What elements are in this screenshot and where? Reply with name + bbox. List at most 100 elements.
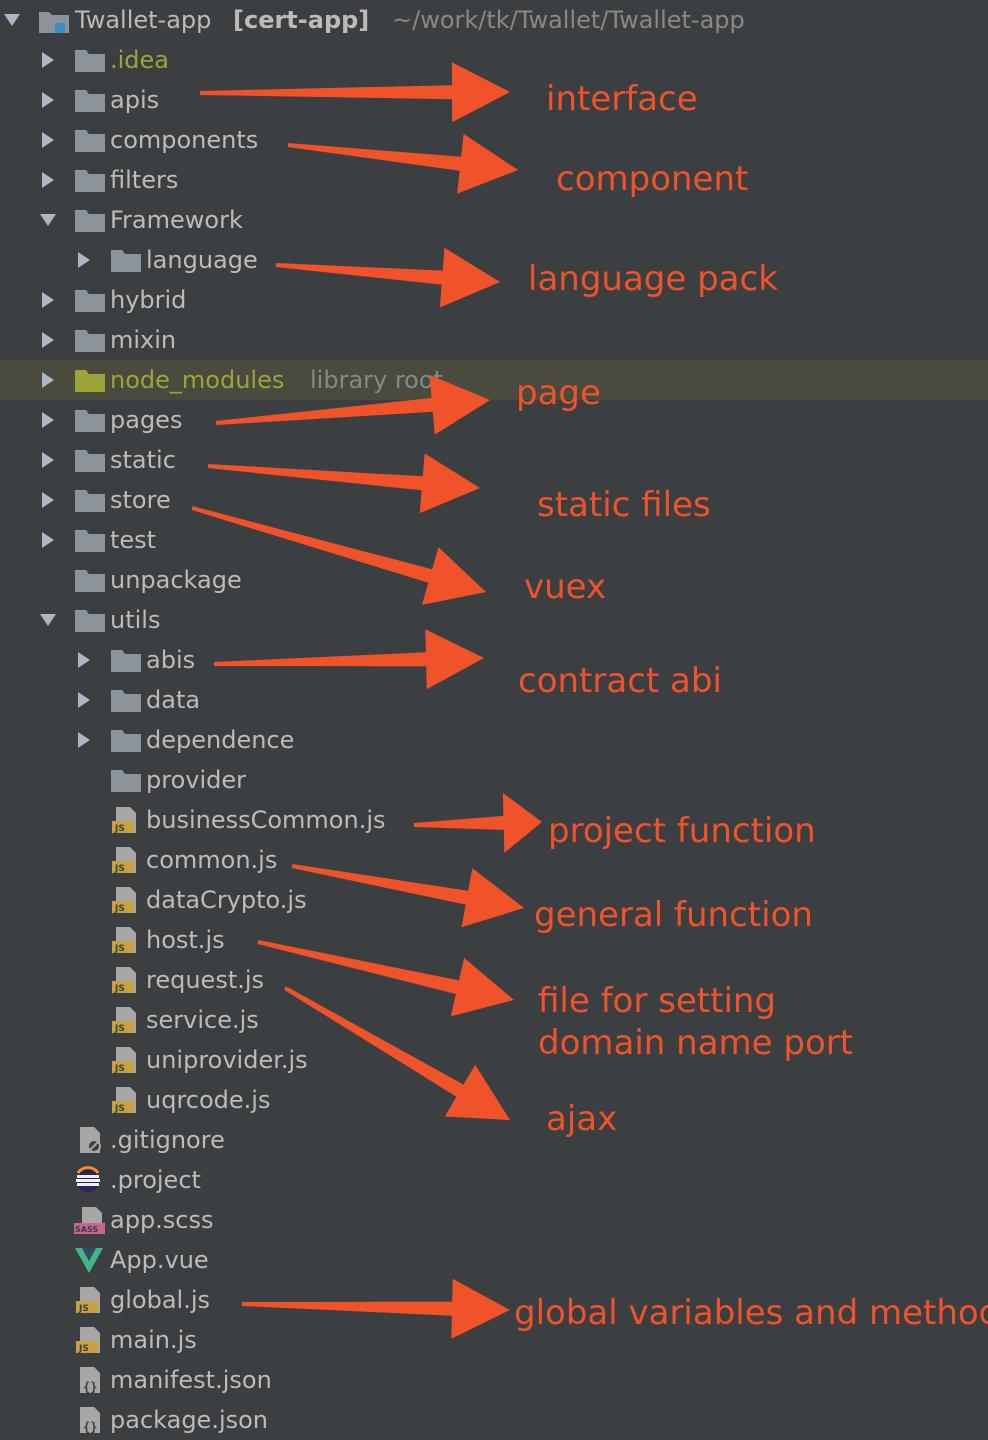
tree-row[interactable]: pages (0, 400, 988, 440)
js-file-icon: JS (110, 846, 142, 874)
svg-text:JS: JS (114, 824, 125, 834)
tree-row[interactable]: JS host.js (0, 920, 988, 960)
tree-item-label: main.js (110, 1326, 197, 1354)
chevron-down-icon[interactable] (38, 610, 58, 630)
svg-text:JS: JS (114, 864, 125, 874)
tree-row[interactable]: node_modules library root (0, 360, 988, 400)
tree-row[interactable]: abis (0, 640, 988, 680)
folder-icon (74, 406, 106, 434)
tree-row[interactable]: data (0, 680, 988, 720)
chevron-right-icon[interactable] (38, 530, 58, 550)
chevron-right-icon[interactable] (38, 370, 58, 390)
tree-row[interactable]: {} manifest.json (0, 1360, 988, 1400)
tree-row[interactable]: SASS app.scss (0, 1200, 988, 1240)
chevron-right-icon[interactable] (74, 650, 94, 670)
tree-item-label: test (110, 526, 157, 554)
tree-row[interactable]: Framework (0, 200, 988, 240)
tree-item-label: uniprovider.js (146, 1046, 308, 1074)
chevron-right-icon[interactable] (38, 410, 58, 430)
root-path: ~/work/tk/Twallet/Twallet-app (392, 6, 745, 34)
tree-item-label: service.js (146, 1006, 259, 1034)
tree-row[interactable]: provider (0, 760, 988, 800)
svg-text:{}: {} (83, 1380, 97, 1394)
tree-row[interactable]: JS uniprovider.js (0, 1040, 988, 1080)
chevron-right-icon[interactable] (38, 50, 58, 70)
tree-row[interactable]: hybrid (0, 280, 988, 320)
tree-item-label: request.js (146, 966, 265, 994)
svg-text:{}: {} (83, 1420, 97, 1434)
js-file-icon: JS (110, 886, 142, 914)
tree-row[interactable]: JS businessCommon.js (0, 800, 988, 840)
chevron-right-icon[interactable] (74, 690, 94, 710)
js-file-icon: JS (110, 1046, 142, 1074)
tree-row[interactable]: dependence (0, 720, 988, 760)
tree-root-row[interactable]: Twallet-app [cert-app] ~/work/tk/Twallet… (0, 0, 988, 40)
folder-icon (74, 526, 106, 554)
folder-yellow-icon (74, 366, 106, 394)
chevron-right-icon[interactable] (38, 490, 58, 510)
tree-item-label: businessCommon.js (146, 806, 386, 834)
vue-file-icon (74, 1246, 106, 1274)
tree-item-label: uqrcode.js (146, 1086, 271, 1114)
tree-row[interactable]: components (0, 120, 988, 160)
folder-icon (74, 46, 106, 74)
chevron-right-icon[interactable] (38, 290, 58, 310)
tree-item-label: components (110, 126, 259, 154)
tree-item-label: global.js (110, 1286, 210, 1314)
folder-icon (110, 686, 142, 714)
chevron-right-icon[interactable] (38, 330, 58, 350)
tree-row[interactable]: filters (0, 160, 988, 200)
tree-row[interactable]: App.vue (0, 1240, 988, 1280)
tree-row[interactable]: JS service.js (0, 1000, 988, 1040)
tree-row[interactable]: language (0, 240, 988, 280)
svg-text:SASS: SASS (75, 1225, 98, 1234)
tree-row[interactable]: JS dataCrypto.js (0, 880, 988, 920)
tree-row[interactable]: unpackage (0, 560, 988, 600)
chevron-down-icon[interactable] (2, 10, 22, 30)
root-name: Twallet-app (75, 6, 212, 34)
chevron-right-icon[interactable] (38, 450, 58, 470)
tree-row[interactable]: JS global.js (0, 1280, 988, 1320)
tree-row[interactable]: apis (0, 80, 988, 120)
library-root-hint: library root (310, 366, 443, 394)
folder-icon (74, 486, 106, 514)
js-file-icon: JS (74, 1286, 106, 1314)
tree-row[interactable]: JS main.js (0, 1320, 988, 1360)
tree-row[interactable]: store (0, 480, 988, 520)
chevron-right-icon[interactable] (38, 170, 58, 190)
chevron-right-icon[interactable] (38, 90, 58, 110)
folder-icon (74, 126, 106, 154)
tree-item-label: data (146, 686, 201, 714)
tree-item-label: dependence (146, 726, 295, 754)
js-file-icon: JS (110, 966, 142, 994)
tree-row[interactable]: {} package.json (0, 1400, 988, 1440)
svg-text:JS: JS (114, 984, 125, 994)
tree-row[interactable]: .gitignore (0, 1120, 988, 1160)
tree-item-label: app.scss (110, 1206, 214, 1234)
tree-item-label: package.json (110, 1406, 269, 1434)
tree-item-label: filters (110, 166, 179, 194)
chevron-right-icon[interactable] (74, 730, 94, 750)
tree-row[interactable]: test (0, 520, 988, 560)
root-module: [cert-app] (233, 6, 370, 34)
chevron-right-icon[interactable] (38, 130, 58, 150)
tree-row[interactable]: .idea (0, 40, 988, 80)
folder-icon (110, 646, 142, 674)
svg-text:JS: JS (114, 1024, 125, 1034)
tree-row[interactable]: JS request.js (0, 960, 988, 1000)
tree-row[interactable]: utils (0, 600, 988, 640)
tree-item-label: Framework (110, 206, 243, 234)
js-file-icon: JS (110, 1006, 142, 1034)
tree-item-label: node_modules (110, 366, 285, 394)
tree-row[interactable]: JS uqrcode.js (0, 1080, 988, 1120)
tree-item-label: mixin (110, 326, 177, 354)
svg-text:JS: JS (114, 944, 125, 954)
chevron-right-icon[interactable] (74, 250, 94, 270)
tree-row[interactable]: mixin (0, 320, 988, 360)
tree-row[interactable]: static (0, 440, 988, 480)
tree-row[interactable]: .project (0, 1160, 988, 1200)
folder-icon (74, 86, 106, 114)
gitignore-file-icon (74, 1126, 106, 1154)
tree-row[interactable]: JS common.js (0, 840, 988, 880)
chevron-down-icon[interactable] (38, 210, 58, 230)
